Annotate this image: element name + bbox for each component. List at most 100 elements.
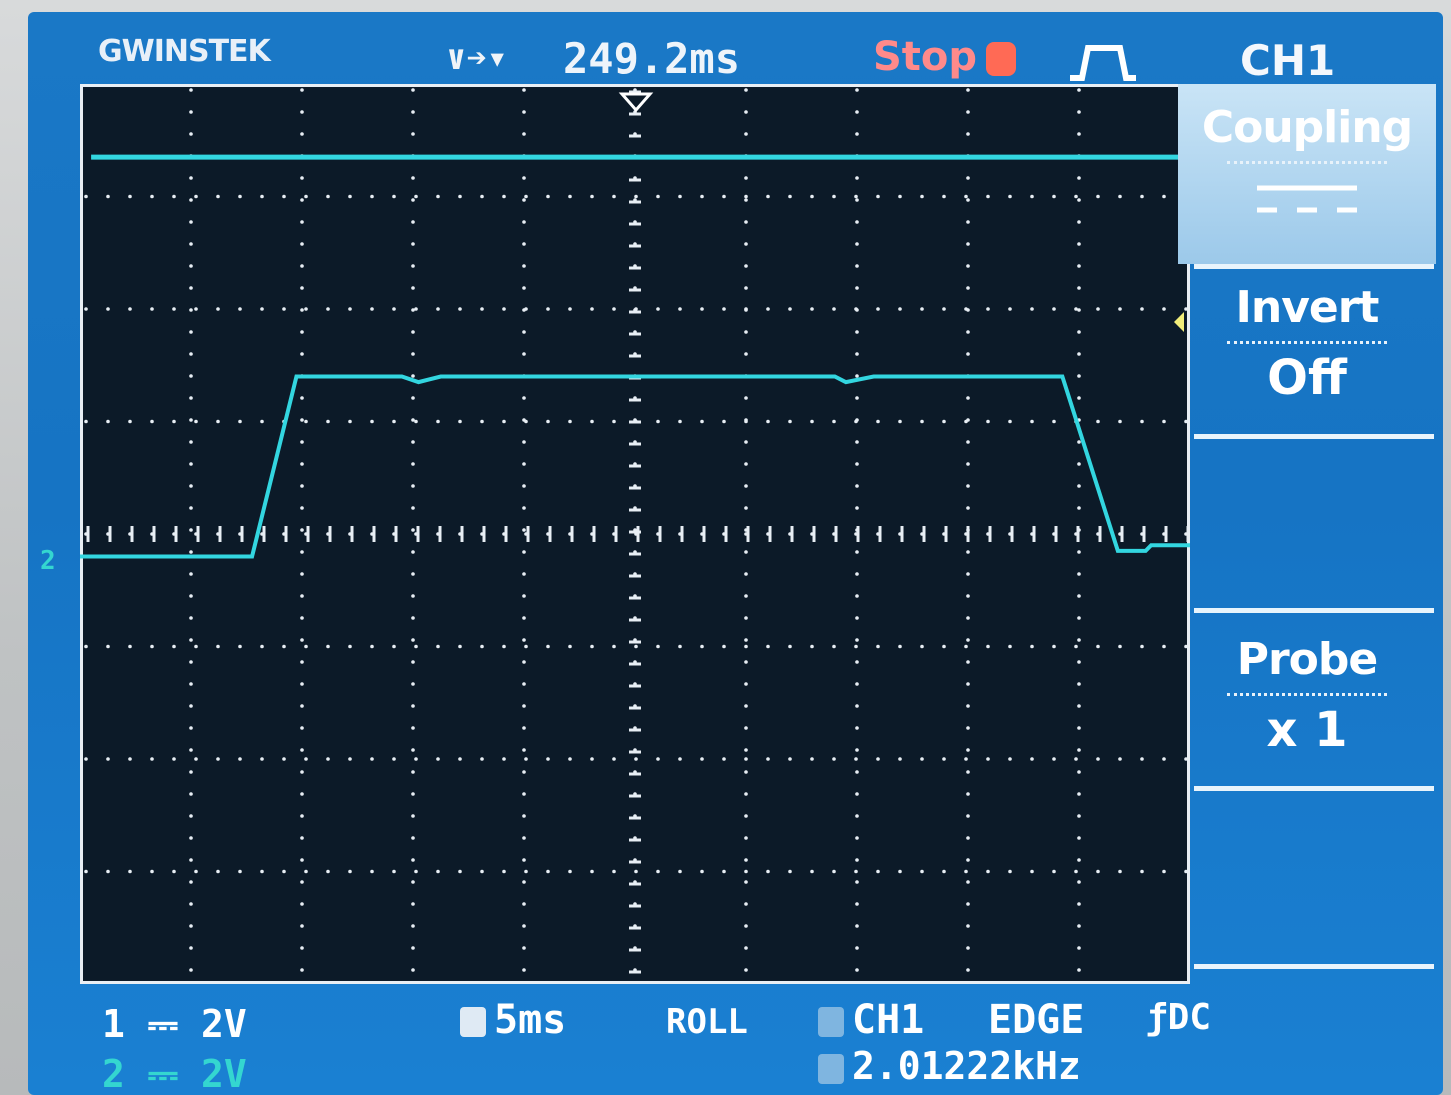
grid-dot — [1077, 616, 1081, 620]
grid-dot — [854, 419, 858, 424]
invert-menu-value: Off — [1267, 350, 1347, 406]
grid-dot — [546, 194, 550, 199]
grid-dot — [1096, 869, 1100, 874]
grid-dot — [744, 757, 748, 761]
grid-dot — [411, 858, 415, 862]
grid-dot — [966, 88, 970, 92]
grid-dot — [238, 307, 242, 311]
grid-dot — [744, 792, 748, 796]
grid-dot — [855, 110, 859, 114]
brand-logo: GWINSTEK — [98, 34, 271, 69]
grid-dot — [300, 550, 304, 554]
grid-dot — [300, 946, 304, 950]
grid-dot — [898, 307, 902, 311]
grid-dot — [966, 836, 970, 840]
grid-dot — [1140, 194, 1144, 199]
grid-dot — [304, 757, 308, 761]
grid-dot — [414, 644, 418, 649]
grid-dot — [216, 869, 220, 874]
coupling-menu-button[interactable]: Coupling — [1178, 84, 1436, 264]
grid-dot — [411, 330, 415, 334]
grid-dot — [411, 924, 415, 928]
grid-dot — [522, 682, 526, 686]
grid-dot — [172, 419, 176, 424]
grid-dot — [855, 946, 859, 950]
grid-dot — [966, 726, 970, 730]
grid-dot — [546, 869, 550, 874]
grid-dot — [1074, 194, 1078, 199]
grid-dot — [458, 869, 462, 874]
grid-dot — [964, 757, 968, 761]
grid-dot — [260, 194, 264, 199]
grid-dot — [920, 307, 924, 311]
grid-dot — [189, 594, 193, 598]
grid-dot — [414, 419, 418, 424]
grid-dot — [855, 748, 859, 752]
grid-dot — [744, 194, 748, 199]
grid-dot — [966, 242, 970, 246]
grid-dot — [1077, 242, 1081, 246]
coupling-menu-separator — [1227, 161, 1387, 164]
grid-dot — [788, 307, 792, 311]
grid-dot — [546, 644, 550, 649]
grid-dot — [502, 869, 506, 874]
empty-menu-slot[interactable] — [1178, 446, 1436, 606]
invert-menu-button[interactable]: Invert Off — [1178, 276, 1436, 436]
grid-dot — [966, 594, 970, 598]
grid-dot — [300, 968, 304, 972]
grid-dot — [1052, 307, 1056, 311]
grid-dot — [300, 264, 304, 268]
grid-dot — [744, 770, 748, 774]
probe-menu-button[interactable]: Probe x 1 — [1178, 624, 1436, 784]
grid-dot — [590, 307, 594, 311]
grid-dot — [744, 748, 748, 752]
grid-dot — [810, 644, 814, 649]
grid-dot — [106, 307, 110, 311]
grid-dot — [128, 757, 132, 761]
grid-dot — [150, 307, 154, 311]
grid-dot — [480, 419, 484, 424]
grid-dot — [854, 194, 858, 199]
grid-dot — [300, 660, 304, 664]
grid-dot — [744, 330, 748, 334]
grid-dot — [411, 594, 415, 598]
grid-dot — [744, 396, 748, 400]
grid-dot — [458, 644, 462, 649]
grid-dot — [522, 176, 526, 180]
probe-menu-separator — [1227, 693, 1387, 696]
grid-dot — [1077, 176, 1081, 180]
grid-dot — [524, 419, 528, 424]
grid-dot — [522, 902, 526, 906]
grid-dot — [300, 792, 304, 796]
grid-dot — [1030, 869, 1034, 874]
grid-dot — [1077, 946, 1081, 950]
grid-dot — [522, 858, 526, 862]
grid-dot — [832, 644, 836, 649]
grid-dot — [700, 194, 704, 199]
grid-dot — [1030, 419, 1034, 424]
grid-dot — [106, 869, 110, 874]
grid-dot — [304, 307, 308, 311]
grid-dot — [522, 572, 526, 576]
empty-menu-slot[interactable] — [1178, 798, 1436, 958]
grid-dot — [370, 644, 374, 649]
grid-dot — [855, 880, 859, 884]
grid-dot — [189, 946, 193, 950]
grid-dot — [1077, 638, 1081, 642]
grid-dot — [986, 194, 990, 199]
grid-dot — [966, 352, 970, 356]
grid-dot — [855, 638, 859, 642]
grid-dot — [855, 792, 859, 796]
stop-indicator-icon — [986, 42, 1016, 76]
grid-dot — [370, 307, 374, 311]
grid-dot — [1077, 506, 1081, 510]
grid-dot — [392, 419, 396, 424]
grid-dot — [854, 757, 858, 761]
oscilloscope-screen: GWINSTEK ∨➔▾ 249.2ms Stop CH1 2 Coupling — [28, 12, 1443, 1095]
grid-dot — [855, 968, 859, 972]
grid-dot — [855, 836, 859, 840]
grid-dot — [1077, 462, 1081, 466]
grid-dot — [546, 757, 550, 761]
pulse-trigger-icon — [1070, 45, 1136, 81]
grid-dot — [656, 194, 660, 199]
